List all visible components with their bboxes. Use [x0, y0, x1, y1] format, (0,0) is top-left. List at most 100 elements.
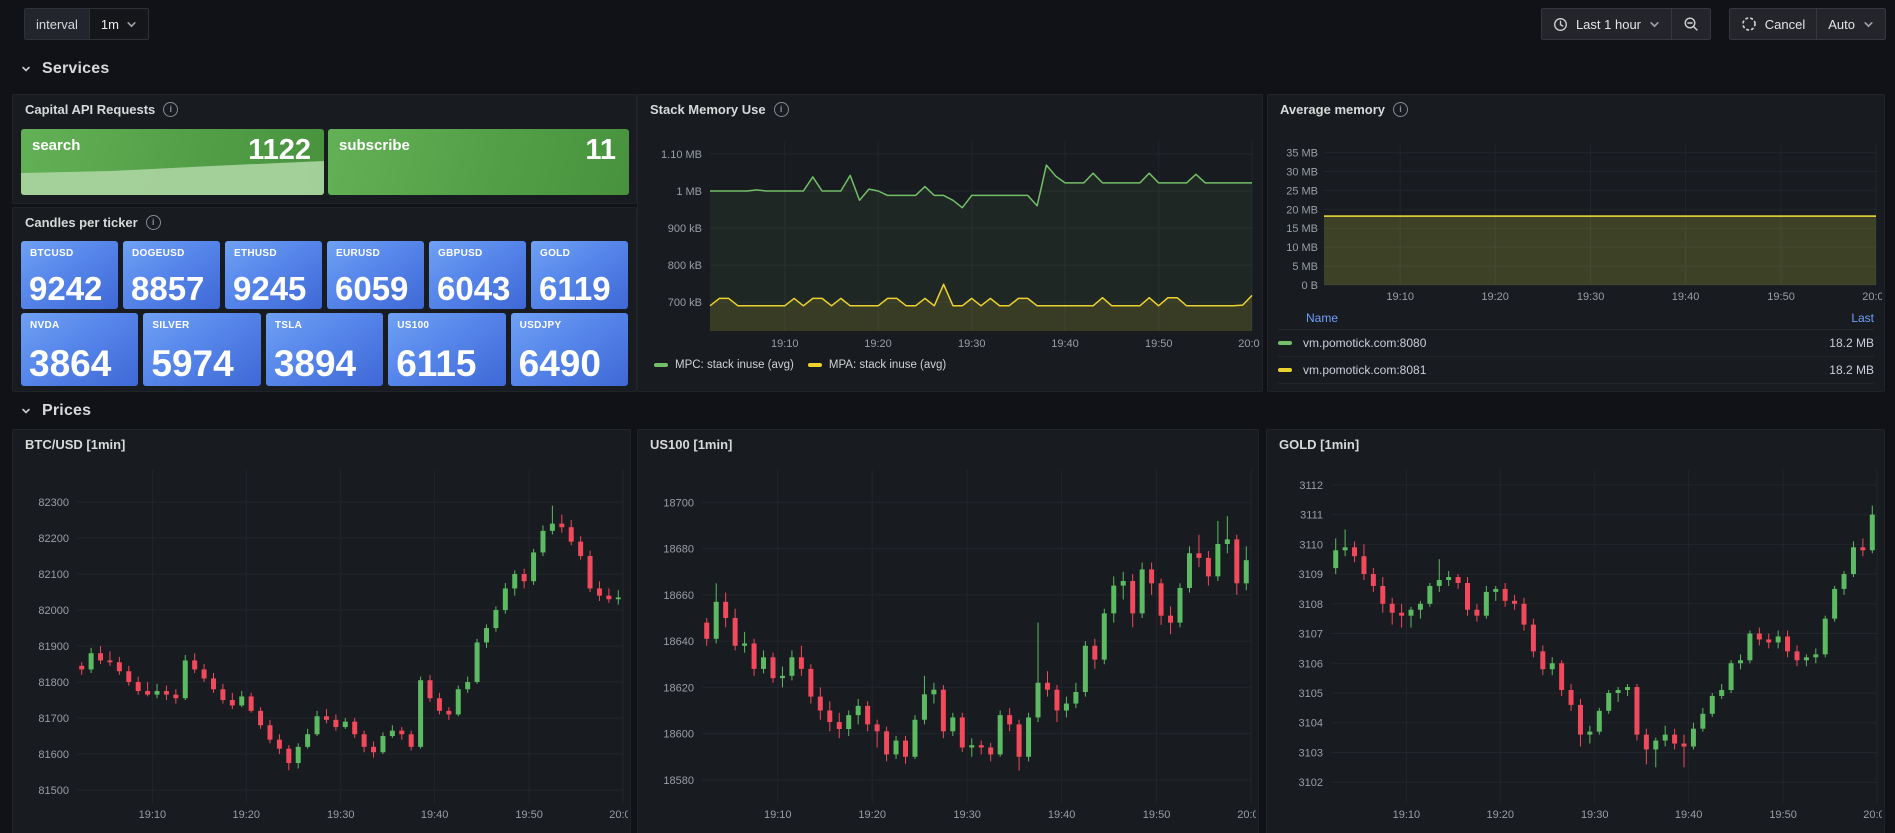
clock-icon: [1553, 17, 1567, 31]
svg-text:3105: 3105: [1299, 688, 1323, 700]
panel-title[interactable]: Capital API Requests: [25, 102, 155, 117]
candlestick-chart: 18700 18680 18660 18640 18620 18600 18580 19:10…: [663, 470, 1256, 821]
svg-text:82200: 82200: [38, 533, 69, 545]
interval-variable-picker[interactable]: interval 1m: [24, 8, 149, 40]
svg-text:81800: 81800: [38, 677, 69, 689]
svg-text:19:40: 19:40: [1675, 809, 1703, 821]
svg-text:1 MB: 1 MB: [676, 186, 702, 198]
ticker-tile-us100: US100 6115: [388, 313, 506, 386]
svg-text:18700: 18700: [663, 497, 694, 509]
series-last-value: 18.2 MB: [1829, 363, 1874, 377]
svg-text:19:20: 19:20: [858, 809, 886, 821]
svg-text:19:10: 19:10: [1386, 291, 1414, 303]
stat-label: search: [32, 137, 81, 154]
svg-text:15 MB: 15 MB: [1286, 223, 1318, 235]
svg-text:19:40: 19:40: [421, 809, 449, 821]
cancel-refresh-button[interactable]: Cancel: [1730, 9, 1816, 39]
svg-text:19:40: 19:40: [1051, 338, 1079, 350]
interval-dropdown[interactable]: 1m: [88, 9, 148, 39]
svg-text:1.10 MB: 1.10 MB: [661, 149, 702, 161]
panel-title[interactable]: Stack Memory Use: [650, 102, 766, 117]
panel-title[interactable]: Average memory: [1280, 102, 1385, 117]
legend-last-header[interactable]: Last: [1851, 311, 1874, 325]
stat-tile-subscribe: subscribe 11: [328, 129, 629, 195]
timeseries-chart: 1.10 MB 1 MB 900 kB 800 kB 700 kB 19:10 19:20 1…: [661, 141, 1260, 350]
timeseries-chart: 35 MB 30 MB 25 MB 20 MB 15 MB 10 MB 5 MB 0 B 19:…: [1286, 145, 1882, 303]
svg-text:3108: 3108: [1299, 599, 1323, 611]
svg-text:81900: 81900: [38, 641, 69, 653]
legend-item-mpc[interactable]: MPC: stack inuse (avg): [654, 359, 794, 371]
panel-title[interactable]: GOLD [1min]: [1279, 437, 1359, 452]
stat-label: subscribe: [339, 137, 410, 154]
svg-text:20:00: 20:00: [1237, 809, 1256, 821]
info-icon[interactable]: [145, 214, 161, 230]
panel-capital-api-requests: Capital API Requests search 1122 subscri…: [12, 94, 637, 204]
info-icon[interactable]: [1393, 101, 1409, 117]
ticker-tile-btcusd: BTCUSD 9242: [21, 241, 118, 309]
svg-text:18580: 18580: [663, 775, 694, 787]
ticker-tile-usdjpy: USDJPY 6490: [510, 313, 629, 386]
svg-text:18680: 18680: [663, 544, 694, 556]
refresh-controls: Cancel Auto: [1728, 8, 1886, 40]
panel-title[interactable]: BTC/USD [1min]: [25, 437, 125, 452]
svg-text:82300: 82300: [38, 497, 69, 509]
loading-spinner-icon: [1741, 17, 1756, 31]
chart-legend: MPC: stack inuse (avg) MPA: stack inuse …: [654, 359, 946, 371]
section-services[interactable]: Services: [20, 56, 109, 82]
svg-text:19:40: 19:40: [1672, 291, 1700, 303]
panel-stack-memory-use: Stack Memory Use 1.10 MB 1 MB 900 kB 800 kB…: [637, 94, 1263, 392]
svg-text:3102: 3102: [1299, 777, 1323, 789]
svg-text:19:20: 19:20: [232, 809, 260, 821]
series-last-value: 18.2 MB: [1829, 336, 1874, 350]
svg-text:20:00: 20:00: [609, 809, 628, 821]
legend-row-8081[interactable]: vm.pomotick.com:8081 18.2 MB: [1278, 357, 1874, 384]
ticker-value: 6119: [539, 270, 611, 307]
candlestick-chart: 82300 82200 82100 82000 81900 81800 81700 81600…: [38, 470, 628, 821]
ticker-label: ETHUSD: [234, 248, 277, 259]
chevron-down-icon: [1864, 21, 1873, 27]
panel-us100-candles: US100 [1min] 18700 18680 18660 18640 18620 18…: [637, 429, 1259, 833]
section-prices[interactable]: Prices: [20, 398, 91, 424]
section-title: Services: [42, 60, 110, 77]
svg-text:19:50: 19:50: [1143, 809, 1171, 821]
time-range-picker[interactable]: Last 1 hour: [1542, 9, 1671, 39]
ticker-tile-silver: SILVER 5974: [143, 313, 261, 386]
ticker-label: BTCUSD: [30, 248, 74, 259]
candlestick-chart: 3112 3111 3110 3109 3108 3107 3106 3105 3104 3103…: [1299, 470, 1882, 821]
legend-table: Name Last vm.pomotick.com:8080 18.2 MB v…: [1278, 307, 1874, 384]
ticker-value: 9245: [233, 270, 307, 307]
legend-name-header[interactable]: Name: [1278, 311, 1338, 325]
svg-text:25 MB: 25 MB: [1286, 185, 1318, 197]
time-controls: Last 1 hour: [1540, 8, 1711, 40]
refresh-interval-dropdown[interactable]: Auto: [1816, 9, 1885, 39]
ticker-label: TSLA: [274, 320, 303, 331]
time-range-label: Last 1 hour: [1575, 16, 1641, 32]
legend-item-mpa[interactable]: MPA: stack inuse (avg): [807, 359, 946, 371]
ticker-label: DOGEUSD: [132, 248, 185, 259]
ticker-value: 9242: [29, 270, 103, 307]
ticker-value: 6115: [396, 343, 477, 384]
info-icon[interactable]: [163, 101, 179, 117]
stat-tile-search: search 1122: [21, 129, 324, 195]
svg-text:19:30: 19:30: [953, 809, 981, 821]
svg-text:900 kB: 900 kB: [668, 223, 702, 235]
panel-title[interactable]: Candles per ticker: [25, 215, 138, 230]
series-name: vm.pomotick.com:8080: [1303, 336, 1427, 350]
panel-average-memory: Average memory 35 MB 30 MB 25 MB 20 MB 15 MB…: [1267, 94, 1885, 392]
svg-text:19:10: 19:10: [771, 338, 799, 350]
zoom-out-button[interactable]: [1671, 9, 1710, 39]
svg-text:19:30: 19:30: [958, 338, 986, 350]
chevron-down-icon: [127, 21, 136, 27]
panel-title[interactable]: US100 [1min]: [650, 437, 732, 452]
zoom-out-icon: [1684, 17, 1698, 31]
ticker-value: 8857: [131, 270, 205, 307]
legend-row-8080[interactable]: vm.pomotick.com:8080 18.2 MB: [1278, 330, 1874, 357]
chevron-down-icon: [22, 408, 30, 414]
ticker-tile-ethusd: ETHUSD 9245: [225, 241, 322, 309]
svg-text:18660: 18660: [663, 590, 694, 602]
series-color-dash: [1278, 341, 1292, 345]
svg-text:3111: 3111: [1300, 510, 1323, 522]
svg-text:19:40: 19:40: [1048, 809, 1076, 821]
svg-text:19:30: 19:30: [1577, 291, 1605, 303]
info-icon[interactable]: [773, 101, 789, 117]
